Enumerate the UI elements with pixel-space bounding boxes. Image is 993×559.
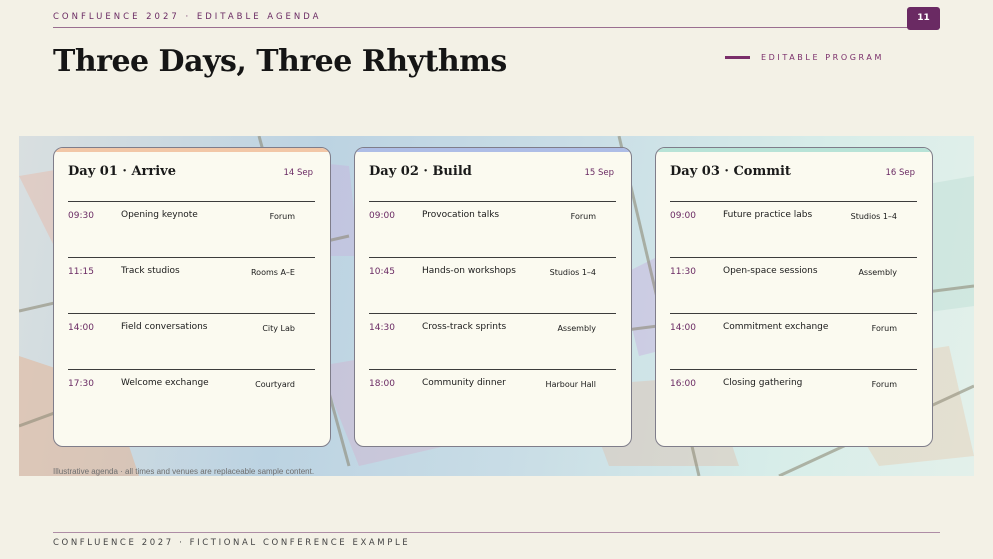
page-number-badge: 11 bbox=[907, 7, 940, 30]
footer-divider bbox=[53, 532, 940, 533]
session-name: Open-space sessions bbox=[723, 266, 818, 276]
day-title: Day 03 · Commit bbox=[670, 164, 791, 179]
program-tag-dash bbox=[725, 55, 750, 59]
session-row: 11:15 Track studios Rooms A–E bbox=[68, 257, 315, 314]
session-name: Opening keynote bbox=[121, 210, 198, 220]
session-time: 09:30 bbox=[68, 211, 94, 221]
session-time: 14:00 bbox=[68, 323, 94, 333]
program-tag: EDITABLE PROGRAM bbox=[725, 51, 884, 63]
session-row: 11:30 Open-space sessions Assembly bbox=[670, 257, 917, 314]
session-venue: Forum bbox=[871, 324, 897, 333]
session-time: 09:00 bbox=[670, 211, 696, 221]
session-name: Welcome exchange bbox=[121, 378, 209, 388]
session-time: 09:00 bbox=[369, 211, 395, 221]
day-card-03: Day 03 · Commit 16 Sep 09:00 Future prac… bbox=[655, 147, 933, 447]
day-card-02: Day 02 · Build 15 Sep 09:00 Provocation … bbox=[354, 147, 632, 447]
day-title: Day 01 · Arrive bbox=[68, 164, 176, 179]
session-row: 16:00 Closing gathering Forum bbox=[670, 369, 917, 426]
session-name: Community dinner bbox=[422, 378, 506, 388]
session-time: 10:45 bbox=[369, 267, 395, 277]
header-kicker: CONFLUENCE 2027 · EDITABLE AGENDA bbox=[53, 12, 322, 22]
footer-text: CONFLUENCE 2027 · FICTIONAL CONFERENCE E… bbox=[53, 538, 411, 548]
program-tag-label: EDITABLE PROGRAM bbox=[761, 52, 884, 62]
session-venue: Forum bbox=[269, 212, 295, 221]
day-date: 16 Sep bbox=[885, 168, 915, 178]
session-venue: Assembly bbox=[557, 324, 596, 333]
session-row: 09:00 Future practice labs Studios 1–4 bbox=[670, 201, 917, 258]
day-card-01: Day 01 · Arrive 14 Sep 09:30 Opening key… bbox=[53, 147, 331, 447]
session-name: Provocation talks bbox=[422, 210, 500, 220]
session-venue: Studios 1–4 bbox=[850, 212, 897, 221]
session-venue: City Lab bbox=[262, 324, 295, 333]
session-time: 17:30 bbox=[68, 379, 94, 389]
session-row: 14:00 Commitment exchange Forum bbox=[670, 313, 917, 370]
session-time: 14:30 bbox=[369, 323, 395, 333]
session-venue: Harbour Hall bbox=[545, 380, 596, 389]
session-time: 14:00 bbox=[670, 323, 696, 333]
session-name: Commitment exchange bbox=[723, 322, 829, 332]
session-time: 11:30 bbox=[670, 267, 696, 277]
header-divider bbox=[53, 27, 940, 28]
session-row: 14:30 Cross-track sprints Assembly bbox=[369, 313, 616, 370]
session-row: 18:00 Community dinner Harbour Hall bbox=[369, 369, 616, 426]
session-name: Track studios bbox=[121, 266, 180, 276]
session-time: 18:00 bbox=[369, 379, 395, 389]
session-name: Field conversations bbox=[121, 322, 208, 332]
session-time: 11:15 bbox=[68, 267, 94, 277]
day-accent-bar bbox=[355, 148, 631, 152]
session-venue: Assembly bbox=[858, 268, 897, 277]
session-name: Future practice labs bbox=[723, 210, 813, 220]
session-row: 09:00 Provocation talks Forum bbox=[369, 201, 616, 258]
session-row: 09:30 Opening keynote Forum bbox=[68, 201, 315, 258]
session-row: 14:00 Field conversations City Lab bbox=[68, 313, 315, 370]
day-date: 14 Sep bbox=[283, 168, 313, 178]
day-accent-bar bbox=[54, 148, 330, 152]
session-venue: Forum bbox=[570, 212, 596, 221]
footnote: Illustrative agenda · all times and venu… bbox=[53, 467, 315, 476]
session-row: 17:30 Welcome exchange Courtyard bbox=[68, 369, 315, 426]
session-venue: Courtyard bbox=[255, 380, 295, 389]
session-venue: Forum bbox=[871, 380, 897, 389]
session-row: 10:45 Hands-on workshops Studios 1–4 bbox=[369, 257, 616, 314]
session-venue: Rooms A–E bbox=[250, 268, 295, 277]
session-name: Cross-track sprints bbox=[422, 322, 507, 332]
session-time: 16:00 bbox=[670, 379, 696, 389]
session-venue: Studios 1–4 bbox=[549, 268, 596, 277]
session-name: Hands-on workshops bbox=[422, 266, 516, 276]
day-accent-bar bbox=[656, 148, 932, 152]
session-name: Closing gathering bbox=[723, 378, 803, 388]
day-title: Day 02 · Build bbox=[369, 164, 472, 179]
page-title: Three Days, Three Rhythms bbox=[53, 44, 507, 79]
day-date: 15 Sep bbox=[584, 168, 614, 178]
